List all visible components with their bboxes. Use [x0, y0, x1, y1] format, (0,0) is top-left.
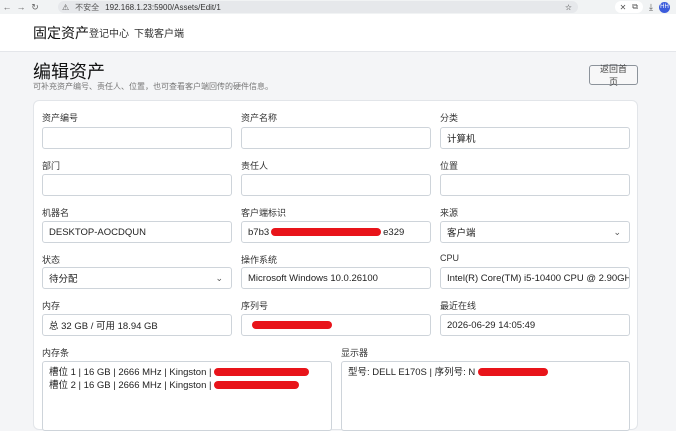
memory-stick-line: 槽位 2 | 16 GB | 2666 MHz | Kingston | [49, 379, 325, 392]
last-online-input[interactable]: 2026-06-29 14:05:49 [440, 314, 630, 336]
status-value: 待分配 [49, 274, 78, 285]
chevron-down-icon: ⌄ [613, 227, 621, 237]
security-label: 不安全 [75, 2, 100, 12]
os-label: 操作系统 [241, 255, 278, 265]
client-id-label: 客户端标识 [241, 208, 287, 218]
memory-sticks-textarea[interactable]: 槽位 1 | 16 GB | 2666 MHz | Kingston | 槽位 … [42, 361, 332, 431]
owner-input[interactable] [241, 174, 431, 196]
asset-number-input[interactable] [42, 127, 232, 149]
redaction-mark [271, 228, 382, 236]
back-home-button[interactable]: 返回首页 [589, 64, 638, 87]
cpu-input[interactable]: Intel(R) Core(TM) i5-10400 CPU @ 2.90GHz [440, 267, 630, 289]
reload-icon[interactable]: ↻ [28, 2, 42, 13]
memory-stick-1-text: 槽位 1 | 16 GB | 2666 MHz | Kingston | [49, 367, 212, 378]
machine-name-label: 机器名 [42, 208, 70, 218]
close-icon[interactable]: ✕ [620, 3, 627, 12]
address-bar[interactable]: ⚠ 不安全 192.168.1.23:5900/Assets/Edit/1 ☆ [58, 1, 578, 13]
serial-input[interactable] [241, 314, 431, 336]
asset-name-label: 资产名称 [241, 113, 278, 123]
url-text: 192.168.1.23:5900/Assets/Edit/1 [105, 2, 221, 12]
nav-link-download-client[interactable]: 下载客户端 [134, 25, 184, 40]
browser-toolbar: ← → ↻ ⚠ 不安全 192.168.1.23:5900/Assets/Edi… [0, 0, 676, 14]
cpu-label: CPU [440, 253, 460, 263]
memory-input[interactable]: 总 32 GB / 可用 18.94 GB [42, 314, 232, 336]
monitor-textarea[interactable]: 型号: DELL E170S | 序列号: N [341, 361, 630, 431]
monitor-label: 显示器 [341, 348, 369, 358]
status-select[interactable]: 待分配 ⌄ [42, 267, 232, 289]
nav-link-register[interactable]: 登记中心 [89, 25, 129, 40]
source-value: 客户端 [447, 228, 476, 239]
location-input[interactable] [440, 174, 630, 196]
redaction-mark [214, 368, 310, 377]
client-id-input[interactable]: b7b3 e329 [241, 221, 431, 243]
redaction-mark [252, 321, 332, 329]
department-label: 部门 [42, 161, 61, 171]
source-label: 来源 [440, 208, 459, 218]
category-label: 分类 [440, 113, 459, 123]
status-label: 状态 [42, 255, 61, 265]
extension-pill[interactable]: ✕ ⧉ [614, 1, 644, 13]
last-online-label: 最近在线 [440, 301, 477, 311]
owner-label: 责任人 [241, 161, 269, 171]
client-id-start: b7b3 [248, 226, 270, 238]
redaction-mark [477, 368, 548, 377]
profile-avatar[interactable]: HH [659, 1, 670, 13]
source-select[interactable]: 客户端 ⌄ [440, 221, 630, 243]
client-id-end: e329 [383, 226, 405, 238]
monitor-text: 型号: DELL E170S | 序列号: N [348, 367, 476, 378]
chevron-down-icon: ⌄ [215, 273, 223, 283]
star-icon[interactable]: ☆ [565, 3, 572, 12]
app-navbar: 固定资产 登记中心 下载客户端 [0, 14, 676, 52]
asset-name-input[interactable] [241, 127, 431, 149]
back-arrow-icon[interactable]: ← [0, 2, 14, 12]
location-label: 位置 [440, 161, 459, 171]
brand-title[interactable]: 固定资产 [33, 23, 89, 43]
memory-label: 内存 [42, 301, 61, 311]
category-input[interactable]: 计算机 [440, 127, 630, 149]
os-input[interactable]: Microsoft Windows 10.0.26100 [241, 267, 431, 289]
forward-arrow-icon[interactable]: → [14, 2, 28, 12]
memory-sticks-label: 内存条 [42, 348, 70, 358]
puzzle-icon[interactable]: ⧉ [632, 2, 638, 12]
asset-number-label: 资产编号 [42, 113, 79, 123]
edit-asset-form: 资产编号 资产名称 分类 计算机 部门 责任人 位置 机器名 DESKTOP-A… [33, 100, 638, 431]
redaction-mark [214, 381, 300, 390]
department-input[interactable] [42, 174, 232, 196]
warning-icon: ⚠ [62, 2, 70, 12]
machine-name-input[interactable]: DESKTOP-AOCDQUN [42, 221, 232, 243]
page-description: 可补充资产编号、责任人、位置，也可查看客户端回传的硬件信息。 [33, 82, 273, 91]
memory-stick-2-text: 槽位 2 | 16 GB | 2666 MHz | Kingston | [49, 380, 212, 391]
download-icon[interactable]: ⤓ [649, 2, 653, 13]
serial-label: 序列号 [241, 301, 269, 311]
memory-stick-line: 槽位 1 | 16 GB | 2666 MHz | Kingston | [49, 366, 325, 379]
